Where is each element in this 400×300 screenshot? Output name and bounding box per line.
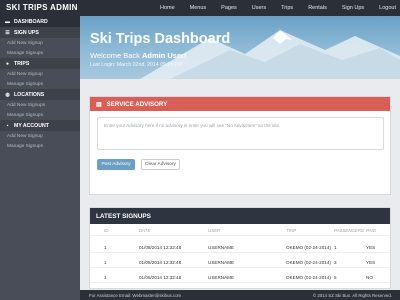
- cell-user: USERNAME: [208, 275, 235, 280]
- nav-trips[interactable]: Trips: [281, 5, 293, 11]
- cell-trip: OKEMO (02-24-2014): [286, 245, 331, 250]
- cell-paid: NO: [366, 275, 373, 280]
- cell-date: 01/08/2014 12:32:48: [139, 245, 182, 250]
- advisory-header: ▤ SERVICE ADVISORY: [90, 97, 390, 111]
- cell-user: USERNAME: [208, 260, 235, 265]
- nav-rentals[interactable]: Rentals: [308, 5, 327, 11]
- footer: For Assistance Email: Webmaster@skibus.c…: [80, 290, 400, 300]
- sidebar-link-manage-signups[interactable]: Manage Signups: [0, 79, 80, 89]
- latest-signups-panel: LATEST SIGNUPS ID DATE USER TRIP PASSENG…: [89, 207, 391, 289]
- user-icon: ▪: [6, 122, 9, 129]
- table-header: ID DATE USER TRIP PASSENGERS PAID: [90, 225, 390, 236]
- nav-home[interactable]: Home: [160, 5, 175, 11]
- col-user[interactable]: USER: [208, 228, 220, 233]
- pin-icon: ●: [5, 60, 10, 67]
- table-row[interactable]: 1 01/08/2014 12:32:48 USERNAME OKEMO (02…: [90, 242, 390, 253]
- cell-user: USERNAME: [208, 245, 235, 250]
- top-navbar: SKI TRIPS ADMIN Home Menus Pages Users T…: [0, 0, 400, 16]
- nav-users[interactable]: Users: [252, 5, 266, 11]
- col-paid[interactable]: PAID: [366, 228, 376, 233]
- mountain-background: [140, 30, 400, 79]
- welcome-prefix: Welcome Back: [90, 51, 142, 60]
- col-trip[interactable]: TRIP: [286, 228, 296, 233]
- cell-paid: YES: [366, 245, 376, 250]
- table-row[interactable]: 1 01/08/2014 12:32:48 USERNAME OKEMO (02…: [90, 272, 390, 283]
- printer-icon: ▤: [96, 101, 102, 108]
- cell-date: 01/08/2014 12:32:48: [139, 275, 182, 280]
- sidebar-section-trips[interactable]: ● TRIPS: [0, 58, 80, 69]
- advisory-textarea[interactable]: Enter your Advisory here if no advisory …: [97, 117, 384, 150]
- sidebar-link-manage-signups[interactable]: Manage Signups: [0, 48, 80, 58]
- sidebar-section-locations[interactable]: ◍ LOCATIONS: [0, 89, 80, 100]
- sidebar-item-label: DASHBOARD: [14, 18, 48, 25]
- cell-trip: OKEMO (02-24-2014): [286, 275, 331, 280]
- cell-id: 1: [104, 245, 107, 250]
- clear-advisory-button[interactable]: Clear Advisory: [141, 159, 180, 170]
- cell-paid: YES: [366, 260, 376, 265]
- cell-passengers: 1: [334, 245, 337, 250]
- list-icon: ☰: [5, 29, 10, 36]
- sidebar-section-label: SIGN UPS: [14, 29, 39, 36]
- signups-header: LATEST SIGNUPS: [90, 208, 390, 224]
- sidebar-section-label: MY ACCOUNT: [14, 122, 49, 129]
- cell-passengers: 5: [334, 275, 337, 280]
- sidebar-section-my-account[interactable]: ▪ MY ACCOUNT: [0, 120, 80, 131]
- post-advisory-button[interactable]: Post Advisory: [97, 159, 135, 170]
- sidebar-item-dashboard[interactable]: ▬ DASHBOARD: [0, 16, 80, 27]
- sidebar-section-signups[interactable]: ☰ SIGN UPS: [0, 27, 80, 38]
- sidebar-section-label: LOCATIONS: [14, 91, 45, 98]
- advisory-title: SERVICE ADVISORY: [106, 100, 168, 108]
- col-passengers[interactable]: PASSENGERS: [334, 228, 364, 233]
- sidebar-link-add-signup[interactable]: Add New Signup: [0, 38, 80, 48]
- sidebar-link-add-signup[interactable]: Add New Signup: [0, 131, 80, 141]
- sidebar-link-manage-signups[interactable]: Manage Signups: [0, 110, 80, 120]
- welcome-user: Admin User!: [141, 51, 187, 60]
- table-row[interactable]: 1 01/08/2014 12:32:48 USERNAME OKEMO (02…: [90, 257, 390, 268]
- main-content: Ski Trips Dashboard Welcome Back Admin U…: [80, 16, 400, 300]
- col-date[interactable]: DATE: [139, 228, 150, 233]
- brand-logo[interactable]: SKI TRIPS ADMIN: [6, 3, 78, 12]
- cell-id: 1: [104, 260, 107, 265]
- col-id[interactable]: ID: [104, 228, 108, 233]
- nav-menus[interactable]: Menus: [190, 5, 207, 11]
- last-login: Last Login: March 02nd, 2014 09:25 PM: [90, 62, 183, 68]
- sidebar-link-add-signup[interactable]: Add New Signup: [0, 69, 80, 79]
- sidebar-link-manage-signups[interactable]: Manage Signups: [0, 141, 80, 151]
- cell-date: 01/08/2014 12:32:48: [139, 260, 182, 265]
- hero-banner: Ski Trips Dashboard Welcome Back Admin U…: [80, 16, 400, 79]
- welcome-message: Welcome Back Admin User!: [90, 51, 187, 60]
- service-advisory-panel: ▤ SERVICE ADVISORY Enter your Advisory h…: [89, 96, 391, 195]
- nav-pages[interactable]: Pages: [221, 5, 237, 11]
- footer-copyright: © 2014 SZ Ski Bus. All Rights Reserved.: [312, 293, 392, 298]
- footer-contact: For Assistance Email: Webmaster@skibus.c…: [89, 293, 182, 298]
- sidebar-section-label: TRIPS: [14, 60, 30, 67]
- top-nav-menu: Home Menus Pages Users Trips Rentals Sig…: [145, 0, 396, 16]
- nav-logout[interactable]: Logout: [379, 5, 396, 11]
- globe-icon: ◍: [5, 91, 10, 98]
- cell-passengers: 3: [334, 260, 337, 265]
- dashboard-icon: ▬: [5, 18, 10, 25]
- page-title: Ski Trips Dashboard: [90, 31, 231, 47]
- cell-trip: OKEMO (02-24-2014): [286, 260, 331, 265]
- nav-signups[interactable]: Sign Ups: [342, 5, 364, 11]
- sidebar: ▬ DASHBOARD ☰ SIGN UPS Add New Signup Ma…: [0, 16, 80, 300]
- cell-id: 1: [104, 275, 107, 280]
- sidebar-link-add-signups[interactable]: Add New Signups: [0, 100, 80, 110]
